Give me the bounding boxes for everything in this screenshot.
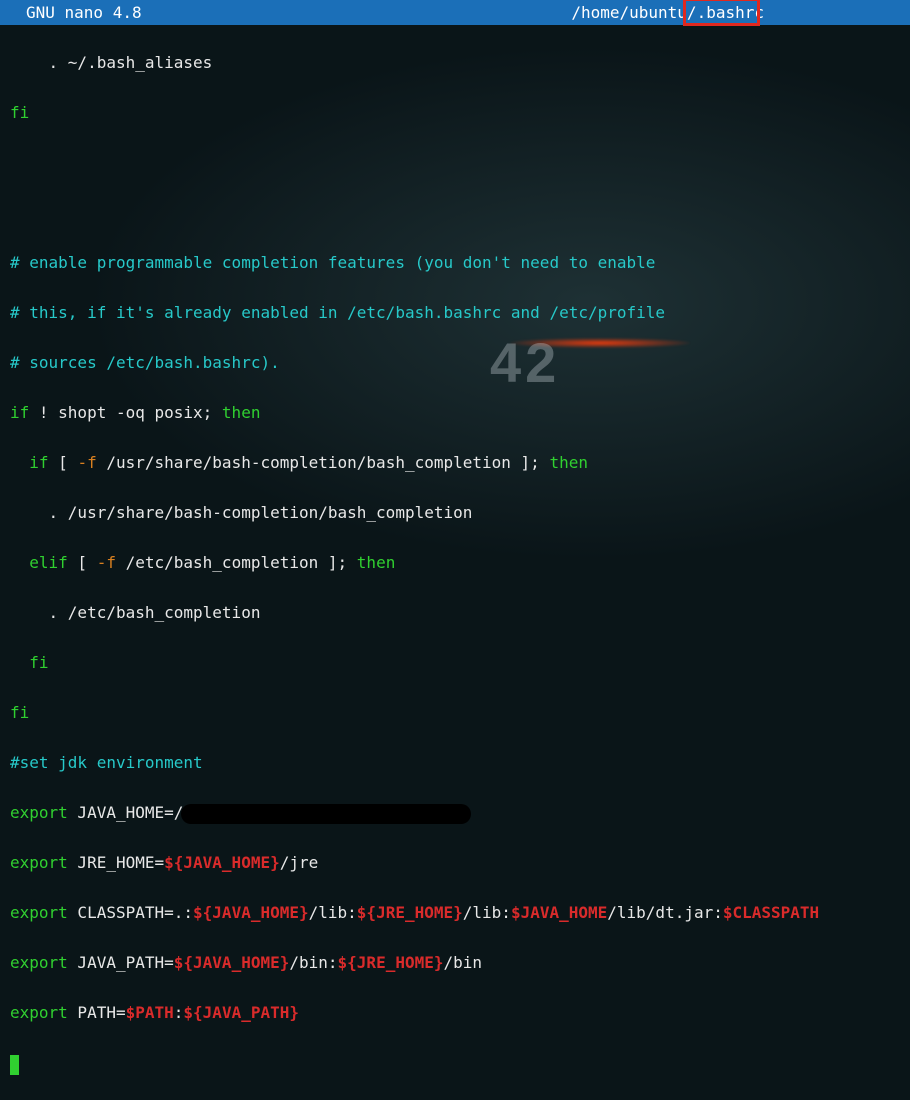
code-var: $JAVA_HOME xyxy=(511,903,607,922)
code-var: ${JAVA_HOME} xyxy=(164,853,280,872)
code-comment: # sources /etc/bash.bashrc). xyxy=(10,353,280,372)
code-keyword: then xyxy=(549,453,588,472)
code-keyword: if xyxy=(10,403,29,422)
code-var: ${JRE_HOME} xyxy=(357,903,463,922)
file-path-name: .bashrc xyxy=(697,3,764,22)
code-text: /bin xyxy=(444,953,483,972)
code-text: /lib: xyxy=(463,903,511,922)
code-keyword: export xyxy=(10,803,68,822)
code-text: JAVA_PATH= xyxy=(68,953,174,972)
redacted-path xyxy=(181,804,471,824)
code-var: $PATH xyxy=(126,1003,174,1022)
code-text: [ xyxy=(68,553,97,572)
code-keyword: if xyxy=(10,453,49,472)
code-var: ${JAVA_HOME} xyxy=(174,953,290,972)
code-keyword: then xyxy=(222,403,261,422)
code-text: : xyxy=(174,1003,184,1022)
code-keyword: export xyxy=(10,953,68,972)
text-cursor xyxy=(10,1055,19,1075)
file-path-dir: /home/ubuntu/ xyxy=(571,3,696,22)
code-keyword: export xyxy=(10,903,68,922)
code-text: [ xyxy=(49,453,78,472)
code-text: /lib/dt.jar: xyxy=(607,903,723,922)
code-flag: -f xyxy=(97,553,116,572)
code-comment: #set jdk environment xyxy=(10,753,203,772)
code-keyword: export xyxy=(10,853,68,872)
code-var: $CLASSPATH xyxy=(723,903,819,922)
code-keyword: export xyxy=(10,1003,68,1022)
code-text: JAVA_HOME=/ xyxy=(68,803,184,822)
code-text: . /usr/share/bash-completion/bash_comple… xyxy=(10,503,472,522)
code-keyword: fi xyxy=(10,103,29,122)
code-text: /usr/share/bash-completion/bash_completi… xyxy=(97,453,550,472)
editor-content[interactable]: . ~/.bash_aliases fi # enable programmab… xyxy=(0,25,910,1100)
blank-line xyxy=(10,150,900,175)
code-text: ! shopt -oq posix; xyxy=(29,403,222,422)
code-var: ${JRE_HOME} xyxy=(338,953,444,972)
code-text: PATH= xyxy=(68,1003,126,1022)
code-flag: -f xyxy=(77,453,96,472)
editor-titlebar: GNU nano 4.8 /home/ubuntu/.bashrc xyxy=(0,0,910,25)
file-path: /home/ubuntu/.bashrc xyxy=(571,0,904,25)
code-text: . ~/.bash_aliases xyxy=(10,53,212,72)
code-text: JRE_HOME= xyxy=(68,853,164,872)
code-keyword: fi xyxy=(10,653,49,672)
code-text: /lib: xyxy=(309,903,357,922)
code-keyword: fi xyxy=(10,703,29,722)
code-var: ${JAVA_PATH} xyxy=(183,1003,299,1022)
code-text: /jre xyxy=(280,853,319,872)
blank-line xyxy=(10,200,900,225)
code-comment: # this, if it's already enabled in /etc/… xyxy=(10,303,665,322)
titlebar-spacer xyxy=(142,0,572,25)
code-keyword: then xyxy=(357,553,396,572)
code-keyword: elif xyxy=(10,553,68,572)
app-name: GNU nano 4.8 xyxy=(6,0,142,25)
code-text: /bin: xyxy=(289,953,337,972)
code-comment: # enable programmable completion feature… xyxy=(10,253,655,272)
code-text: CLASSPATH=.: xyxy=(68,903,193,922)
code-var: ${JAVA_HOME} xyxy=(193,903,309,922)
code-text: /etc/bash_completion ]; xyxy=(116,553,357,572)
